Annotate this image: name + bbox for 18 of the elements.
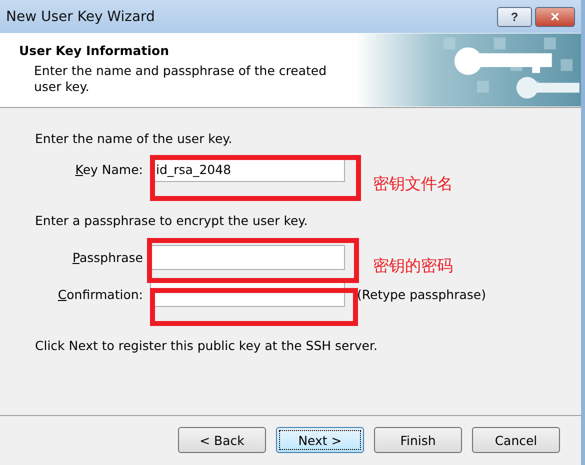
field-label: Passphrase <box>71 250 144 264</box>
wizard-button[interactable]: Next > <box>276 427 364 453</box>
wizard-button[interactable]: Finish <box>374 427 462 453</box>
annotation-note: 密钥文件名 <box>373 174 453 195</box>
passphrase-prompt: Enter a passphrase to encrypt the user key. <box>35 213 309 229</box>
help-button[interactable]: ? <box>497 6 532 26</box>
passphrase-field[interactable] <box>150 244 345 270</box>
header-title: User Key Information <box>19 43 170 58</box>
window-title: New User Key Wizard <box>6 8 155 24</box>
field-hint: (Retype passphrase) <box>357 286 486 302</box>
wizard-button[interactable]: < Back <box>178 427 266 453</box>
header-subtitle: Enter the name and passphrase of the created user key. <box>34 63 328 95</box>
name-prompt: Enter the name of the user key. <box>35 131 234 147</box>
annotation-note: 密钥的密码 <box>373 256 453 277</box>
field-label: Confirmation: <box>56 286 144 302</box>
footer-note: Click Next to register this public key at the SSH server. <box>35 338 378 354</box>
wizard-button[interactable]: Cancel <box>472 427 560 453</box>
key-name-label: Key Name: <box>74 162 144 176</box>
